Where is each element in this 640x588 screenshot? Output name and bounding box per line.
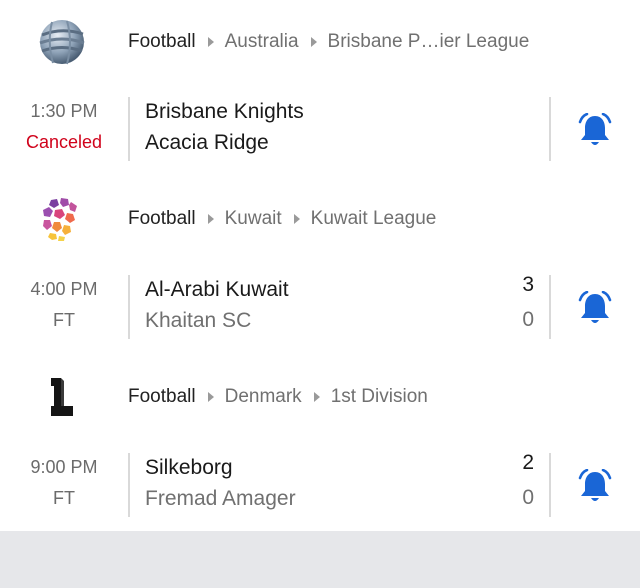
divider [128, 453, 130, 517]
match-status: FT [53, 488, 75, 508]
breadcrumb-country[interactable]: Kuwait [225, 208, 282, 230]
breadcrumb-country[interactable]: Denmark [225, 386, 302, 408]
match-row[interactable]: 4:00 PM FT Al-Arabi Kuwait Khaitan SC 3 … [0, 273, 640, 341]
breadcrumb-league[interactable]: Kuwait League [311, 208, 437, 230]
match-status: Canceled [25, 132, 103, 152]
breadcrumb-sport[interactable]: Football [128, 31, 196, 53]
breadcrumb: Football Australia Brisbane P…ier League [128, 31, 529, 53]
match-time: 4:00 PM [30, 279, 98, 299]
divider [549, 97, 551, 161]
divider [549, 453, 551, 517]
away-team-name: Fremad Amager [145, 487, 296, 510]
numeral-one-logo-icon [36, 371, 88, 423]
divider [128, 97, 130, 161]
breadcrumb-league[interactable]: 1st Division [331, 386, 428, 408]
hexagon-ball-logo-icon [36, 193, 88, 245]
match-time: 9:00 PM [30, 457, 98, 477]
breadcrumb: Football Denmark 1st Division [128, 386, 428, 408]
home-team-name: Al-Arabi Kuwait [145, 278, 289, 301]
match-time-column: 4:00 PM FT [0, 275, 128, 341]
match-status: FT [53, 310, 75, 330]
breadcrumb: Football Kuwait Kuwait League [128, 208, 436, 230]
divider [549, 275, 551, 339]
home-score: 2 [522, 451, 534, 474]
match-row[interactable]: 9:00 PM FT Silkeborg Fremad Amager 2 0 [0, 451, 640, 519]
chevron-right-icon [207, 392, 214, 402]
bell-icon[interactable] [578, 290, 612, 327]
chevron-right-icon [207, 37, 214, 47]
breadcrumb-sport[interactable]: Football [128, 208, 196, 230]
bell-icon[interactable] [578, 468, 612, 505]
chevron-right-icon [207, 214, 214, 224]
chevron-right-icon [310, 37, 317, 47]
globe-logo-icon [36, 16, 88, 68]
breadcrumb-sport[interactable]: Football [128, 386, 196, 408]
league-header-denmark[interactable]: Football Denmark 1st Division [0, 367, 640, 427]
match-time: 1:30 PM [30, 101, 98, 121]
away-team-name: Acacia Ridge [145, 131, 269, 154]
bell-icon[interactable] [578, 112, 612, 149]
match-row[interactable]: 1:30 PM Canceled Brisbane Knights Acacia… [0, 97, 640, 163]
away-score: 0 [522, 308, 534, 331]
home-team-name: Brisbane Knights [145, 100, 304, 123]
bottom-panel [0, 531, 640, 588]
chevron-right-icon [313, 392, 320, 402]
away-team-name: Khaitan SC [145, 309, 252, 332]
away-score: 0 [522, 486, 534, 509]
chevron-right-icon [293, 214, 300, 224]
league-header-australia[interactable]: Football Australia Brisbane P…ier League [0, 12, 640, 72]
match-time-column: 1:30 PM Canceled [0, 97, 128, 163]
home-score: 3 [522, 273, 534, 296]
match-time-column: 9:00 PM FT [0, 453, 128, 519]
breadcrumb-league[interactable]: Brisbane P…ier League [328, 31, 530, 53]
league-header-kuwait[interactable]: Football Kuwait Kuwait League [0, 189, 640, 249]
breadcrumb-country[interactable]: Australia [225, 31, 299, 53]
home-team-name: Silkeborg [145, 456, 233, 479]
divider [128, 275, 130, 339]
